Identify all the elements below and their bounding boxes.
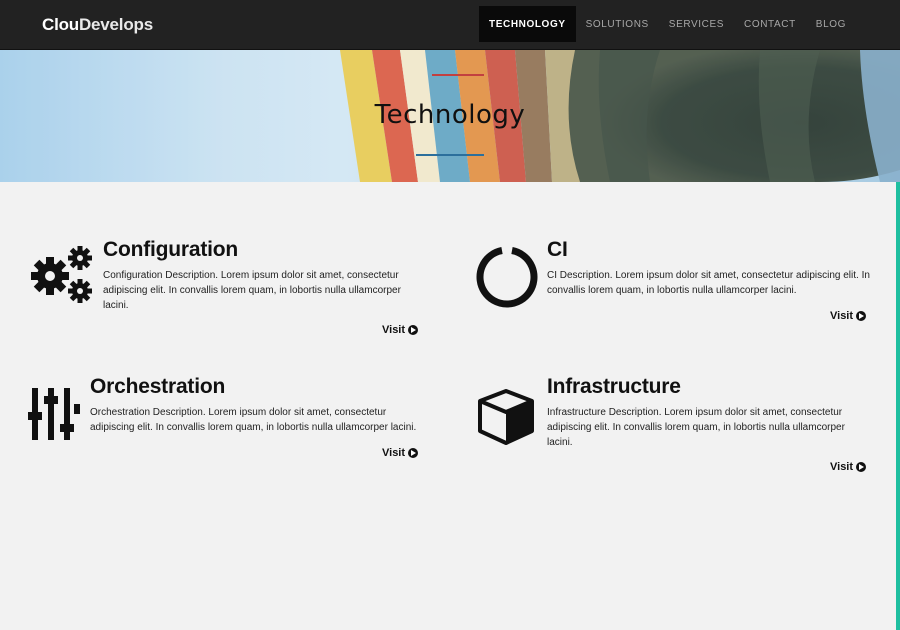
gears-icon [31, 246, 92, 303]
top-navbar: ClouDevelops TECHNOLOGY SOLUTIONS SERVIC… [0, 0, 900, 50]
feature-title: CI [547, 238, 568, 261]
nav-item-services[interactable]: SERVICES [659, 6, 734, 42]
accent-strip [896, 182, 900, 630]
nav-item-solutions[interactable]: SOLUTIONS [576, 6, 659, 42]
brand-part-2: Develops [78, 15, 153, 34]
hero-divider-bottom [416, 154, 484, 156]
arrow-circle-right-icon [856, 462, 867, 472]
feature-ci: CI CI Description. Lorem ipsum dolor sit… [450, 182, 896, 352]
feature-description: Infrastructure Description. Lorem ipsum … [547, 407, 845, 448]
visit-link[interactable]: Visit [382, 324, 419, 336]
arrow-circle-right-icon [408, 325, 419, 335]
hero-banner: Technology [0, 50, 900, 182]
feature-description: CI Description. Lorem ipsum dolor sit am… [547, 270, 870, 296]
brand-part-1: Clou [42, 15, 79, 34]
feature-description: Configuration Description. Lorem ipsum d… [103, 270, 401, 311]
feature-description: Orchestration Description. Lorem ipsum d… [90, 407, 417, 433]
brand-logo[interactable]: ClouDevelops [42, 15, 153, 35]
feature-infrastructure: Infrastructure Infrastructure Descriptio… [450, 352, 896, 492]
feature-title: Configuration [103, 238, 239, 261]
cube-icon [478, 389, 534, 445]
arrow-circle-right-icon [408, 448, 419, 458]
hero-divider-top [432, 74, 484, 76]
visit-link[interactable]: Visit [830, 461, 867, 473]
visit-label: Visit [830, 310, 854, 322]
sliders-icon [28, 388, 80, 440]
visit-link[interactable]: Visit [830, 310, 867, 322]
feature-title: Orchestration [90, 375, 226, 398]
ring-icon [476, 247, 538, 308]
visit-link[interactable]: Visit [382, 447, 419, 459]
visit-label: Visit [830, 461, 854, 473]
nav-item-blog[interactable]: BLOG [806, 6, 900, 42]
arrow-circle-right-icon [856, 311, 867, 321]
nav-item-contact[interactable]: CONTACT [734, 6, 806, 42]
main-nav: TECHNOLOGY SOLUTIONS SERVICES CONTACT BL… [479, 6, 900, 42]
nav-item-technology[interactable]: TECHNOLOGY [479, 6, 576, 42]
page-title: Technology [374, 100, 526, 130]
feature-title: Infrastructure [547, 375, 681, 398]
visit-label: Visit [382, 324, 406, 336]
feature-orchestration: Orchestration Orchestration Description.… [0, 352, 450, 492]
feature-configuration: Configuration Configuration Description.… [0, 182, 450, 352]
visit-label: Visit [382, 447, 406, 459]
